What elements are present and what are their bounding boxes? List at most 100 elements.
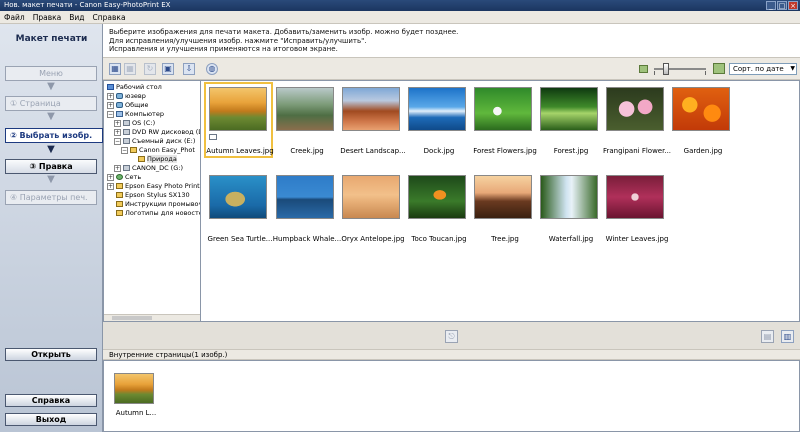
thumbnail-item[interactable]: Humpback Whale...: [271, 169, 341, 249]
tree-item-desktop[interactable]: Рабочий стол: [107, 83, 162, 92]
tree-item-user[interactable]: + юзевр: [107, 92, 146, 101]
thumbnail-image[interactable]: [540, 175, 598, 219]
expand-icon[interactable]: +: [107, 183, 114, 190]
tree-item-epson-stylus[interactable]: Epson Stylus SX130: [116, 191, 190, 200]
thumbnail-item[interactable]: Waterfall.jpg: [535, 169, 601, 249]
zoom-slider-track[interactable]: [654, 68, 706, 70]
tree-item-drive-d[interactable]: + DVD RW дисковод (D: [114, 128, 200, 137]
tree-item-label: Съемный диск (E:): [132, 137, 196, 145]
thumbnail-caption: Autumn Leaves.jpg: [206, 147, 274, 155]
thumbnail-image[interactable]: [606, 175, 664, 219]
thumbnail-large-icon[interactable]: [713, 63, 725, 74]
menu-help[interactable]: Справка: [93, 13, 126, 22]
tree-item-epson-easy[interactable]: + Epson Easy Photo Print: [107, 182, 200, 191]
instruction-line: Для исправления/улучшения изобр. нажмите…: [109, 36, 367, 45]
collapse-icon[interactable]: −: [107, 111, 114, 118]
step-menu[interactable]: Меню: [5, 66, 97, 81]
thumbnail-item[interactable]: Toco Toucan.jpg: [403, 169, 469, 249]
sort-select[interactable]: Сорт. по дате ▼: [729, 63, 797, 75]
expand-icon[interactable]: +: [107, 93, 114, 100]
thumbnail-image[interactable]: [408, 87, 466, 131]
thumbnail-image[interactable]: [540, 87, 598, 131]
expand-icon[interactable]: +: [107, 174, 114, 181]
thumbnail-item[interactable]: Forest.jpg: [535, 81, 601, 161]
zoom-slider-thumb[interactable]: [663, 63, 669, 75]
tree-item-logos[interactable]: Логотипы для новостей: [116, 209, 200, 218]
help-button[interactable]: Справка: [5, 394, 97, 407]
multi-view-icon[interactable]: ▥: [781, 330, 794, 343]
tree-item-canon-folder[interactable]: − Canon Easy_Phot: [121, 146, 195, 155]
thumbnail-item[interactable]: Forest Flowers.jpg: [469, 81, 537, 161]
thumbnail-image[interactable]: [672, 87, 730, 131]
globe-icon[interactable]: ◍: [206, 63, 218, 75]
tree-item-network[interactable]: + Сеть: [107, 173, 141, 182]
thumbnail-item[interactable]: Autumn Leaves.jpg: [204, 81, 274, 161]
tree-item-label: Инструкции промывочн: [125, 200, 201, 208]
minimize-button[interactable]: _: [766, 1, 776, 10]
select-all-icon[interactable]: ▦: [109, 63, 121, 75]
expand-icon[interactable]: +: [114, 165, 121, 172]
thumbnail-item[interactable]: Creek.jpg: [271, 81, 337, 161]
tree-item-drive-g[interactable]: + CANON_DC (G:): [114, 164, 183, 173]
thumbnail-caption: Garden.jpg: [683, 147, 723, 155]
tree-item-instructions[interactable]: Инструкции промывочн: [116, 200, 201, 209]
thumbnail-image[interactable]: [209, 87, 267, 131]
thumbnail-item[interactable]: Frangipani Flower...: [601, 81, 671, 161]
removable-drive-icon: [123, 138, 130, 144]
tree-item-computer[interactable]: − Компьютер: [107, 110, 164, 119]
tree-item-drive-e[interactable]: − Съемный диск (E:): [114, 137, 195, 146]
tree-item-nature[interactable]: Природа: [138, 155, 177, 164]
maximize-button[interactable]: □: [777, 1, 787, 10]
thumbnail-item[interactable]: Winter Leaves.jpg: [601, 169, 668, 249]
deselect-icon[interactable]: ▦: [124, 63, 136, 75]
thumbnail-image[interactable]: [209, 175, 267, 219]
thumbnail-item[interactable]: Green Sea Turtle...: [204, 169, 272, 249]
arrow-down-icon: ▼: [47, 81, 55, 92]
step-edit[interactable]: ③ Правка: [5, 159, 97, 174]
computer-icon: [116, 111, 123, 117]
thumbnail-image[interactable]: [276, 175, 334, 219]
expand-icon[interactable]: +: [107, 102, 114, 109]
thumbnail-item[interactable]: Dock.jpg: [403, 81, 469, 161]
sidebar-title: Макет печати: [15, 34, 88, 44]
single-view-icon[interactable]: ▤: [761, 330, 774, 343]
thumbnail-image[interactable]: [606, 87, 664, 131]
exit-button[interactable]: Выход: [5, 413, 97, 426]
chevron-down-icon: ▼: [790, 65, 795, 72]
scrollbar-thumb[interactable]: [112, 316, 152, 320]
thumbnail-image[interactable]: [408, 175, 466, 219]
tree-item-label: Epson Easy Photo Print: [125, 182, 200, 190]
thumbnail-item[interactable]: Oryx Antelope.jpg: [337, 169, 405, 249]
import-icon[interactable]: ⇩: [183, 63, 195, 75]
tree-item-public[interactable]: + Общие: [107, 101, 148, 110]
thumbnail-image[interactable]: [342, 87, 400, 131]
rotate-icon[interactable]: ↻: [144, 63, 156, 75]
thumbnail-caption: Creek.jpg: [290, 147, 324, 155]
thumbnail-item[interactable]: Tree.jpg: [469, 169, 535, 249]
thumbnail-small-icon[interactable]: [639, 65, 648, 73]
remove-image-icon[interactable]: ⎋: [445, 330, 458, 343]
open-button[interactable]: Открыть: [5, 348, 97, 361]
tree-item-drive-c[interactable]: + OS (C:): [114, 119, 155, 128]
close-button[interactable]: ×: [788, 1, 798, 10]
collapse-icon[interactable]: −: [121, 147, 128, 154]
step-print-params[interactable]: ④ Параметры печ.: [5, 190, 97, 205]
expand-icon[interactable]: +: [114, 129, 121, 136]
thumbnail-image[interactable]: [276, 87, 334, 131]
expand-icon[interactable]: +: [114, 120, 121, 127]
thumbnail-item[interactable]: Garden.jpg: [667, 81, 733, 161]
thumbnail-item[interactable]: Desert Landscap...: [337, 81, 406, 161]
menu-edit[interactable]: Правка: [33, 13, 62, 22]
step-page[interactable]: ① Страница: [5, 96, 97, 111]
collapse-icon[interactable]: −: [114, 138, 121, 145]
thumbnail-image[interactable]: [474, 175, 532, 219]
step-select-images[interactable]: ② Выбрать изобр.: [5, 128, 103, 143]
menu-file[interactable]: Файл: [4, 13, 25, 22]
menu-view[interactable]: Вид: [69, 13, 84, 22]
correct-image-icon[interactable]: ▣: [162, 63, 174, 75]
thumbnail-image[interactable]: [474, 87, 532, 131]
thumbnail-image[interactable]: [342, 175, 400, 219]
inner-page-thumbnail[interactable]: [114, 373, 154, 404]
thumbnail-caption: Toco Toucan.jpg: [411, 235, 467, 243]
tree-horizontal-scrollbar[interactable]: [104, 314, 200, 321]
